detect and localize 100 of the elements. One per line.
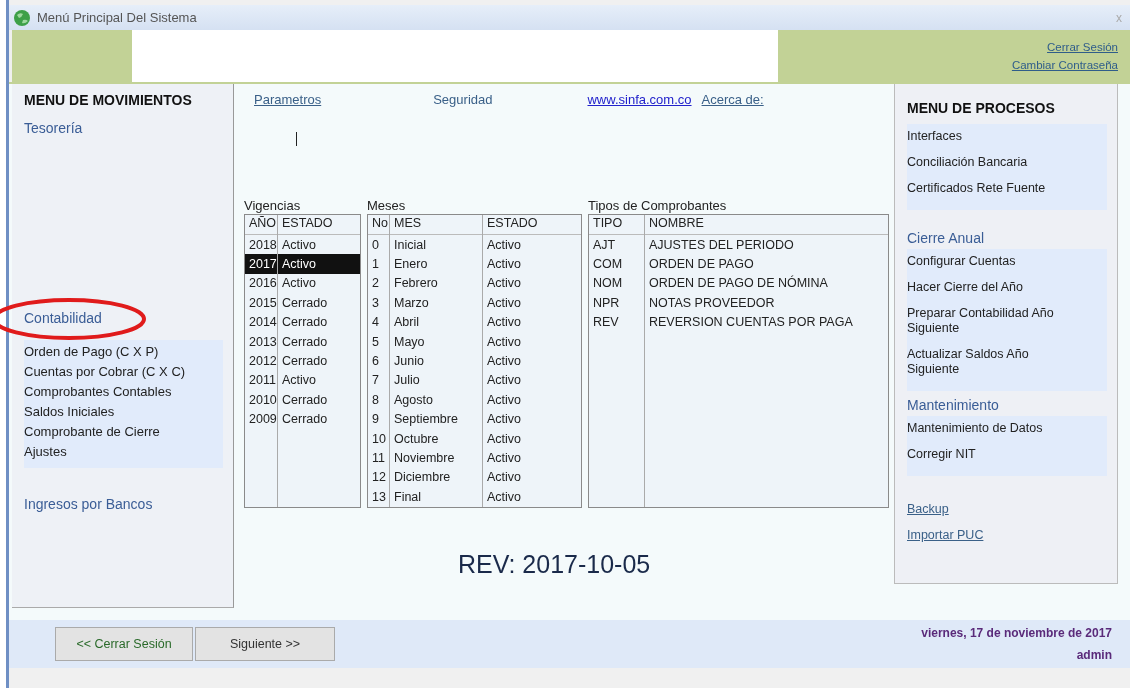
menu-label[interactable]: Seguridad: [433, 92, 493, 132]
table-cell[interactable]: 3: [368, 293, 389, 313]
menu-section-link[interactable]: Mantenimiento: [907, 397, 1107, 416]
table-cell[interactable]: 12: [368, 467, 389, 488]
next-button[interactable]: Siguiente >>: [195, 627, 335, 661]
table-cell[interactable]: Cerrado: [278, 312, 360, 332]
table-cell[interactable]: Activo: [483, 312, 581, 332]
table-cell[interactable]: Cerrado: [278, 331, 360, 352]
table-cell[interactable]: 2009: [245, 409, 277, 429]
table-cell[interactable]: Activo: [483, 273, 581, 294]
table-cell[interactable]: Activo: [483, 254, 581, 274]
table-cell[interactable]: Enero: [390, 254, 482, 274]
table-cell[interactable]: REVERSION CUENTAS POR PAGA: [645, 312, 888, 332]
table-cell[interactable]: Febrero: [390, 273, 482, 294]
table-cell[interactable]: REV: [589, 312, 644, 332]
table-cell[interactable]: 8: [368, 390, 389, 410]
table-cell[interactable]: ORDEN DE PAGO DE NÓMINA: [645, 273, 888, 294]
menu-item[interactable]: Configurar Cuentas: [907, 249, 1083, 275]
table-cell[interactable]: Activo: [483, 448, 581, 468]
table-cell[interactable]: NOM: [589, 273, 644, 294]
nav-link[interactable]: Parametros: [254, 92, 322, 132]
table-cell[interactable]: 2014: [245, 312, 277, 332]
table-cell[interactable]: 2012: [245, 351, 277, 371]
table-cell[interactable]: Activo: [278, 235, 360, 255]
table-cell[interactable]: Noviembre: [390, 448, 482, 468]
table-cell[interactable]: Inicial: [390, 235, 482, 255]
header-link[interactable]: Cerrar Sesión: [1047, 41, 1118, 53]
table-cell[interactable]: 7: [368, 370, 389, 391]
table-cell[interactable]: 1: [368, 254, 389, 274]
table-cell[interactable]: Junio: [390, 351, 482, 371]
table-cell[interactable]: Activo: [483, 390, 581, 410]
menu-section-link[interactable]: Tesorería: [24, 120, 83, 136]
table-cell[interactable]: 2017: [245, 254, 277, 274]
menu-item[interactable]: Conciliación Bancaria: [907, 150, 1083, 176]
table-cell[interactable]: Abril: [390, 312, 482, 332]
table-cell[interactable]: AJT: [589, 235, 644, 255]
menu-link[interactable]: Importar PUC: [907, 528, 1107, 542]
menu-item[interactable]: Mantenimiento de Datos: [907, 416, 1083, 442]
menu-item[interactable]: Certificados Rete Fuente: [907, 176, 1083, 202]
table-cell[interactable]: Cerrado: [278, 390, 360, 410]
table-cell[interactable]: Cerrado: [278, 293, 360, 313]
menu-item[interactable]: Orden de Pago (C X P): [24, 342, 223, 362]
table-cell[interactable]: 2010: [245, 390, 277, 410]
table-cell[interactable]: Activo: [483, 370, 581, 391]
table-cell[interactable]: Activo: [483, 351, 581, 371]
table-cell[interactable]: Septiembre: [390, 409, 482, 429]
menu-item[interactable]: Hacer Cierre del Año: [907, 275, 1083, 301]
menu-item[interactable]: Saldos Iniciales: [24, 402, 223, 422]
table-cell[interactable]: 11: [368, 448, 389, 468]
table-cell[interactable]: 2013: [245, 331, 277, 352]
table-cell[interactable]: NPR: [589, 293, 644, 313]
table-cell[interactable]: Cerrado: [278, 409, 360, 429]
table-cell[interactable]: 13: [368, 487, 389, 507]
table-cell[interactable]: 9: [368, 409, 389, 429]
table-cell[interactable]: Julio: [390, 370, 482, 391]
table-cell[interactable]: 5: [368, 331, 389, 352]
table-cell[interactable]: Activo: [483, 409, 581, 429]
table-cell[interactable]: 2018: [245, 235, 277, 255]
table-cell[interactable]: Activo: [483, 293, 581, 313]
nav-link[interactable]: www.sinfa.com.co: [587, 92, 692, 132]
table-cell[interactable]: Activo: [483, 487, 581, 507]
table-cell[interactable]: Activo: [278, 254, 360, 274]
header-link[interactable]: Cambiar Contraseña: [1011, 59, 1118, 71]
table-cell[interactable]: NOTAS PROVEEDOR: [645, 293, 888, 313]
menu-item[interactable]: Actualizar Saldos Año Siguiente: [907, 342, 1083, 383]
table-cell[interactable]: 6: [368, 351, 389, 371]
menu-item[interactable]: Preparar Contabilidad Año Siguiente: [907, 301, 1083, 342]
table-cell[interactable]: Activo: [483, 428, 581, 449]
logout-button[interactable]: << Cerrar Sesión: [55, 627, 193, 661]
menu-item[interactable]: Interfaces: [907, 124, 1083, 150]
table-cell[interactable]: Activo: [483, 331, 581, 352]
table-cell[interactable]: Activo: [278, 273, 360, 294]
table-cell[interactable]: Octubre: [390, 428, 482, 449]
table-cell[interactable]: Mayo: [390, 331, 482, 352]
table-cell[interactable]: Activo: [483, 467, 581, 488]
menu-item[interactable]: Cuentas por Cobrar (C X C): [24, 362, 223, 382]
menu-item[interactable]: Ajustes: [24, 442, 223, 462]
table-cell[interactable]: 0: [368, 235, 389, 255]
menu-link[interactable]: Backup: [907, 502, 1107, 516]
menu-item[interactable]: Corregir NIT: [907, 442, 1083, 468]
table-cell[interactable]: Diciembre: [390, 467, 482, 488]
table-cell[interactable]: Cerrado: [278, 351, 360, 371]
table-cell[interactable]: 10: [368, 428, 389, 449]
table-cell[interactable]: AJUSTES DEL PERIODO: [645, 235, 888, 255]
table-cell[interactable]: ORDEN DE PAGO: [645, 254, 888, 274]
table-cell[interactable]: 2016: [245, 273, 277, 294]
menu-section-link[interactable]: Ingresos por Bancos: [24, 496, 153, 512]
menu-item[interactable]: Comprobantes Contables: [24, 382, 223, 402]
table-cell[interactable]: COM: [589, 254, 644, 274]
menu-section-link[interactable]: Cierre Anual: [907, 230, 1107, 249]
table-cell[interactable]: Agosto: [390, 390, 482, 410]
table-cell[interactable]: Final: [390, 487, 482, 507]
table-cell[interactable]: 2015: [245, 293, 277, 313]
table-cell[interactable]: Activo: [278, 370, 360, 391]
table-cell[interactable]: 2: [368, 273, 389, 294]
nav-link[interactable]: Acerca de:: [701, 92, 764, 132]
table-cell[interactable]: Marzo: [390, 293, 482, 313]
table-cell[interactable]: 2011: [245, 370, 277, 391]
table-cell[interactable]: Activo: [483, 235, 581, 255]
menu-item[interactable]: Comprobante de Cierre: [24, 422, 223, 442]
